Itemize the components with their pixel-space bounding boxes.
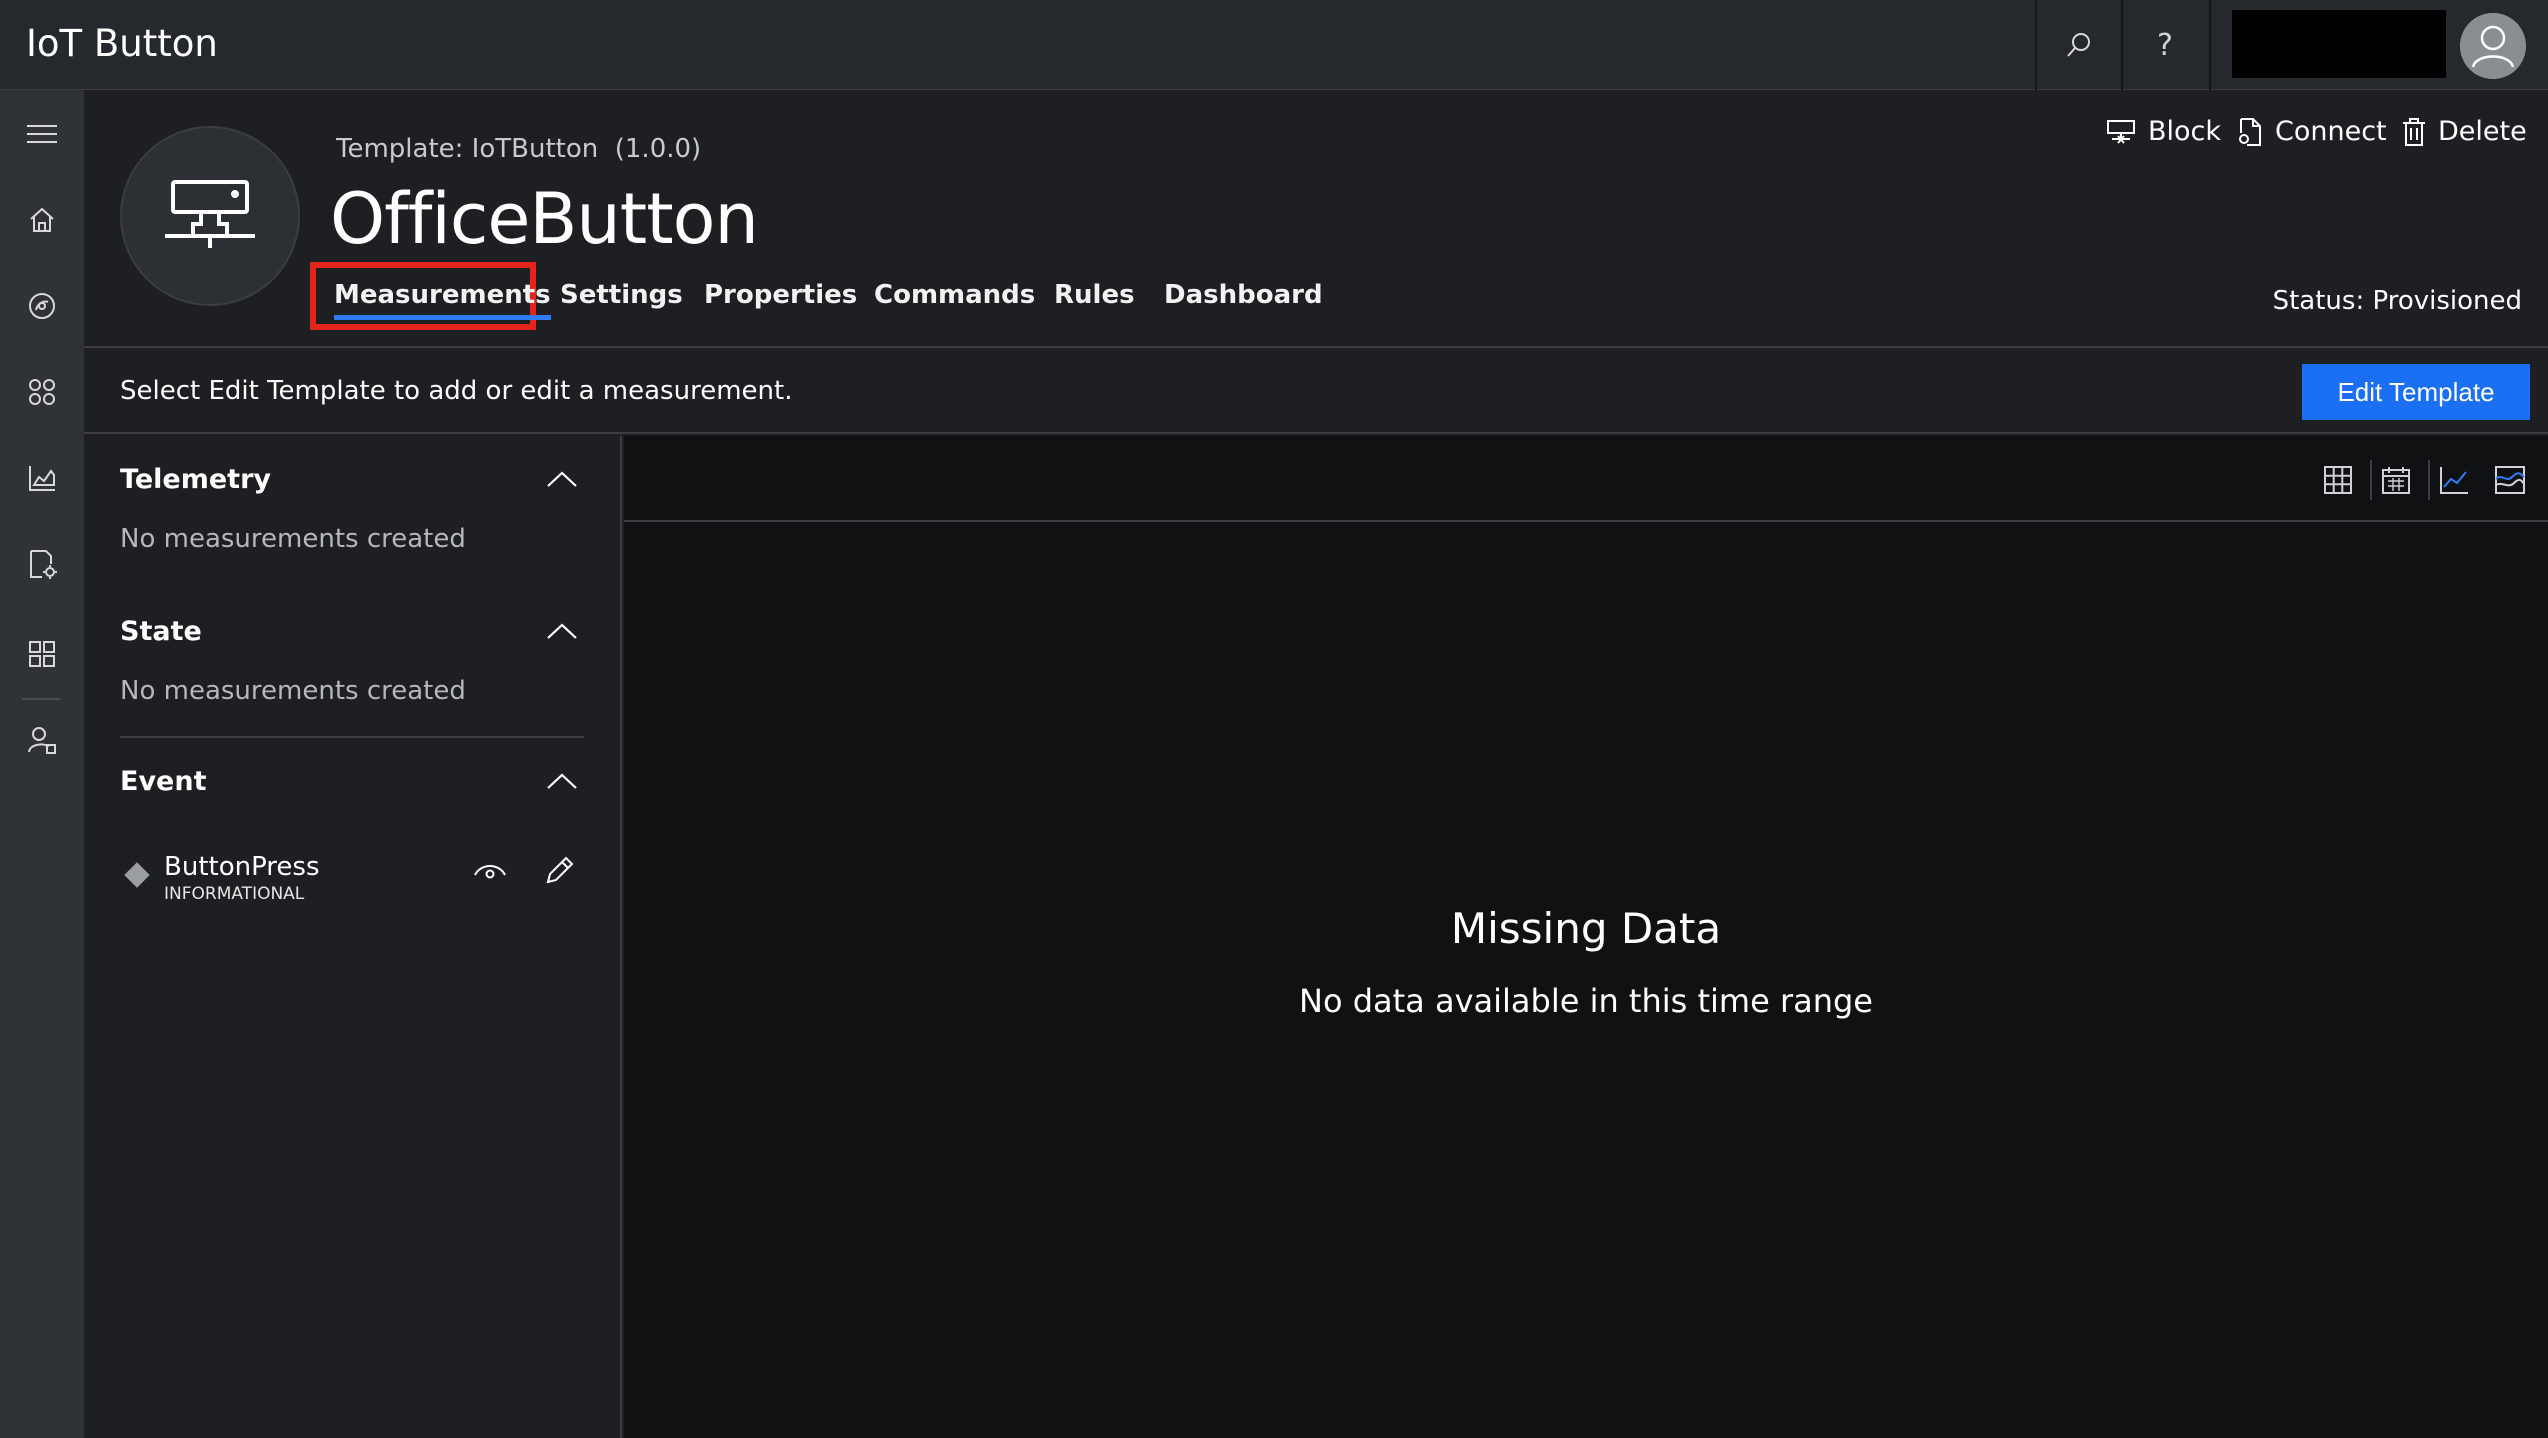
telemetry-section-title: Telemetry <box>120 464 271 495</box>
nav-divider <box>22 698 60 700</box>
info-bar: Select Edit Template to add or edit a me… <box>84 350 2548 434</box>
help-button[interactable]: ? <box>2121 0 2207 90</box>
chevron-up-icon <box>546 470 578 488</box>
user-avatar[interactable] <box>2460 13 2526 79</box>
event-name: ButtonPress <box>164 852 320 882</box>
jobs-icon[interactable] <box>20 542 64 586</box>
state-empty-message: No measurements created <box>120 676 466 706</box>
tab-properties[interactable]: Properties <box>704 280 857 310</box>
block-label: Block <box>2148 116 2222 147</box>
device-sets-icon[interactable] <box>20 370 64 414</box>
chevron-up-icon <box>546 772 578 790</box>
help-icon: ? <box>2157 27 2173 63</box>
device-explorer-icon[interactable] <box>20 284 64 328</box>
top-bar: IoT Button ? <box>0 0 2548 90</box>
connect-icon <box>2237 117 2263 147</box>
view-divider <box>2428 460 2430 500</box>
event-section-title: Event <box>120 766 207 797</box>
template-info: Template: IoTButton (1.0.0) <box>336 134 701 164</box>
tab-settings[interactable]: Settings <box>560 280 683 310</box>
eye-icon[interactable] <box>470 854 510 890</box>
area-chart-icon[interactable] <box>2488 458 2532 502</box>
tab-commands[interactable]: Commands <box>874 280 1035 310</box>
info-message: Select Edit Template to add or edit a me… <box>120 376 793 406</box>
search-button[interactable] <box>2035 0 2121 90</box>
analytics-icon[interactable] <box>20 456 64 500</box>
state-section-title: State <box>120 616 202 647</box>
block-icon <box>2106 119 2136 145</box>
chevron-up-icon <box>546 622 578 640</box>
empty-state-subtitle: No data available in this time range <box>1299 982 1873 1020</box>
connect-label: Connect <box>2275 116 2387 147</box>
grid-view-icon[interactable] <box>2316 458 2360 502</box>
tab-rules[interactable]: Rules <box>1054 280 1135 310</box>
connect-button[interactable]: Connect <box>2237 116 2387 147</box>
topbar-divider <box>2209 0 2211 90</box>
device-templates-icon[interactable] <box>20 632 64 676</box>
block-button[interactable]: Block <box>2106 116 2221 147</box>
chart-view-toolbar <box>624 436 2548 522</box>
status-value: Provisioned <box>2372 286 2522 316</box>
app-title: IoT Button <box>26 22 218 65</box>
event-severity: INFORMATIONAL <box>164 884 305 904</box>
calendar-icon[interactable] <box>2374 458 2418 502</box>
status-label: Status: <box>2272 286 2365 316</box>
trash-icon <box>2402 117 2426 147</box>
view-divider <box>2370 460 2372 500</box>
template-version: (1.0.0) <box>614 134 702 164</box>
device-icon <box>165 178 255 254</box>
device-name: OfficeButton <box>330 178 759 260</box>
template-prefix: Template: <box>336 134 464 164</box>
telemetry-collapse-button[interactable] <box>542 464 582 494</box>
left-navigation <box>0 90 84 1438</box>
pencil-icon[interactable] <box>540 850 580 890</box>
measurements-panel: Telemetry No measurements created State … <box>84 436 622 1438</box>
list-item[interactable]: ButtonPress INFORMATIONAL <box>120 850 584 910</box>
device-header: Template: IoTButton (1.0.0) OfficeButton… <box>84 90 2548 348</box>
device-avatar <box>120 126 300 306</box>
tab-dashboard[interactable]: Dashboard <box>1164 280 1323 310</box>
hamburger-menu-icon[interactable] <box>20 112 64 156</box>
event-collapse-button[interactable] <box>542 766 582 796</box>
tab-measurements[interactable]: Measurements <box>334 280 551 320</box>
edit-template-button[interactable]: Edit Template <box>2302 364 2530 420</box>
tenant-selector[interactable] <box>2232 10 2446 78</box>
event-diamond-icon <box>124 862 150 888</box>
chart-area: Missing Data No data available in this t… <box>624 436 2548 1438</box>
home-icon[interactable] <box>20 198 64 242</box>
device-status: Status: Provisioned <box>2273 286 2522 316</box>
template-name[interactable]: IoTButton <box>472 134 599 164</box>
administration-icon[interactable] <box>20 718 64 762</box>
line-chart-icon[interactable] <box>2432 458 2476 502</box>
delete-label: Delete <box>2438 116 2527 147</box>
delete-button[interactable]: Delete <box>2402 116 2527 147</box>
search-icon <box>2064 30 2094 60</box>
state-collapse-button[interactable] <box>542 616 582 646</box>
section-divider <box>120 736 584 738</box>
telemetry-empty-message: No measurements created <box>120 524 466 554</box>
user-avatar-icon <box>2460 13 2526 79</box>
empty-state-title: Missing Data <box>1450 904 1722 953</box>
